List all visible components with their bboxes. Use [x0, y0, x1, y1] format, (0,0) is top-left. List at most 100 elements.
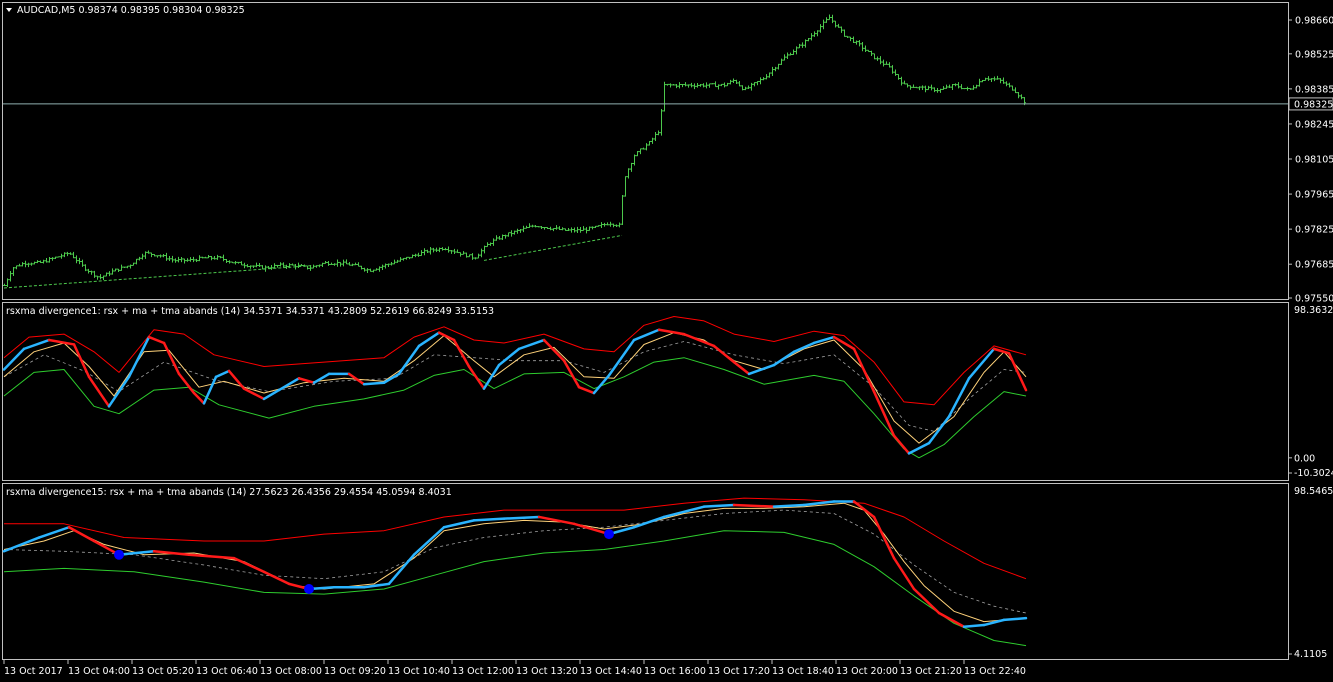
- ohlc-bar: [78, 257, 81, 265]
- ohlc-bar: [456, 249, 459, 254]
- rsx-up-segment: [947, 377, 971, 418]
- ohlc-bar: [408, 256, 411, 260]
- ohlc-bar: [354, 262, 357, 266]
- ohlc-bar: [894, 69, 897, 76]
- ohlc-bar: [897, 73, 900, 80]
- ohlc-bar: [27, 262, 30, 268]
- ohlc-bar: [615, 224, 618, 228]
- ohlc-bar: [138, 256, 141, 261]
- ohlc-bar: [372, 269, 375, 273]
- ohlc-bar: [462, 251, 465, 255]
- ohlc-bar: [510, 230, 513, 237]
- ohlc-bar: [243, 262, 246, 269]
- ohlc-bar: [246, 264, 249, 268]
- ohlc-bar: [555, 225, 558, 230]
- rsx-up-segment: [1002, 616, 1028, 622]
- ohlc-bar: [51, 257, 54, 261]
- divergence-marker: [604, 529, 614, 540]
- ohlc-bar: [561, 227, 564, 231]
- ohlc-bar: [399, 257, 402, 262]
- ohlc-bar: [582, 226, 585, 232]
- ohlc-bar: [258, 263, 261, 268]
- ohlc-bar: [780, 58, 783, 65]
- ohlc-bar: [405, 256, 408, 260]
- ohlc-bar: [189, 257, 192, 262]
- ohlc-bar: [648, 140, 651, 146]
- ohlc-bar: [741, 85, 744, 91]
- triangle-down-icon[interactable]: [6, 8, 12, 12]
- ohlc-bar: [363, 267, 366, 272]
- ohlc-bar: [57, 256, 60, 258]
- ohlc-bar: [1014, 87, 1017, 94]
- ohlc-bar: [720, 83, 723, 87]
- ohlc-bar: [729, 79, 732, 85]
- ohlc-bar: [165, 252, 168, 261]
- ohlc-bar: [300, 264, 303, 267]
- ohlc-bar: [414, 253, 417, 258]
- ohlc-bar: [84, 264, 87, 272]
- ohlc-bar: [597, 225, 600, 227]
- rsx-down-segment: [937, 611, 966, 628]
- symbol-dropdown[interactable]: AUDCAD,M5 0.98374 0.98395 0.98304 0.9832…: [6, 5, 245, 16]
- rsx-up-segment: [632, 515, 666, 529]
- x-tick-label: 13 Oct 05:20: [132, 666, 194, 677]
- ohlc-bar: [744, 86, 747, 91]
- ohlc-bar: [600, 222, 603, 229]
- ohlc-bar: [1017, 92, 1020, 99]
- y-tick-label: 0.98525: [1295, 49, 1333, 60]
- upper-band-line: [4, 497, 1027, 580]
- ohlc-bar: [423, 248, 426, 256]
- ohlc-bar: [1002, 77, 1005, 84]
- ohlc-bar: [117, 268, 120, 272]
- rsx-down-segment: [577, 385, 596, 395]
- ohlc-bar: [297, 262, 300, 269]
- ohlc-bar: [63, 252, 66, 258]
- ohlc-bar: [387, 263, 390, 267]
- ohlc-bar: [936, 87, 939, 93]
- ohlc-bar: [999, 78, 1002, 84]
- ohlc-bar: [738, 81, 741, 87]
- ohlc-bar: [393, 259, 396, 265]
- ohlc-bar: [465, 252, 468, 258]
- ohlc-bar: [186, 258, 189, 262]
- ohlc-bar: [807, 37, 810, 42]
- rsx-up-segment: [214, 369, 231, 379]
- ohlc-bar: [24, 260, 27, 268]
- ohlc-bar: [642, 147, 645, 150]
- ohlc-bar: [369, 268, 372, 272]
- divergence-line: [3, 264, 315, 289]
- ohlc-bar: [558, 226, 561, 231]
- trading-chart[interactable]: 0.98660 0.98525 0.98385 0.98245 0.98105 0.979…: [0, 0, 1333, 682]
- ohlc-bar: [234, 261, 237, 265]
- ohlc-bar: [483, 245, 486, 254]
- ohlc-bar: [834, 20, 837, 28]
- ohlc-bar: [645, 143, 648, 151]
- ohlc-bar: [966, 86, 969, 91]
- main-price-panel[interactable]: [2, 2, 1289, 300]
- ohlc-bar: [570, 227, 573, 233]
- ohlc-bar: [534, 225, 537, 228]
- ohlc-bar: [822, 19, 825, 30]
- ohlc-bar: [906, 83, 909, 88]
- ohlc-bar: [975, 84, 978, 89]
- ohlc-bar: [708, 83, 711, 88]
- ohlc-bar: [141, 253, 144, 260]
- ohlc-bar: [804, 39, 807, 48]
- ohlc-bar: [765, 74, 768, 80]
- ohlc-bar: [219, 256, 222, 259]
- ohlc-bar: [441, 247, 444, 251]
- rsx-down-segment: [452, 338, 471, 368]
- ohlc-bar: [801, 42, 804, 48]
- ohlc-bar: [90, 270, 93, 275]
- ohlc-bar: [792, 49, 795, 55]
- x-tick-label: 13 Oct 22:40: [964, 666, 1026, 677]
- ohlc-bar: [663, 81, 666, 112]
- ohlc-bar: [279, 262, 282, 267]
- rsx-down-segment: [732, 503, 776, 508]
- ohlc-bar: [162, 253, 165, 258]
- ohlc-bar: [816, 30, 819, 37]
- ohlc-bar: [474, 257, 477, 260]
- indicator2-panel[interactable]: [2, 483, 1289, 660]
- ohlc-bar: [225, 259, 228, 263]
- ohlc-bar: [519, 228, 522, 233]
